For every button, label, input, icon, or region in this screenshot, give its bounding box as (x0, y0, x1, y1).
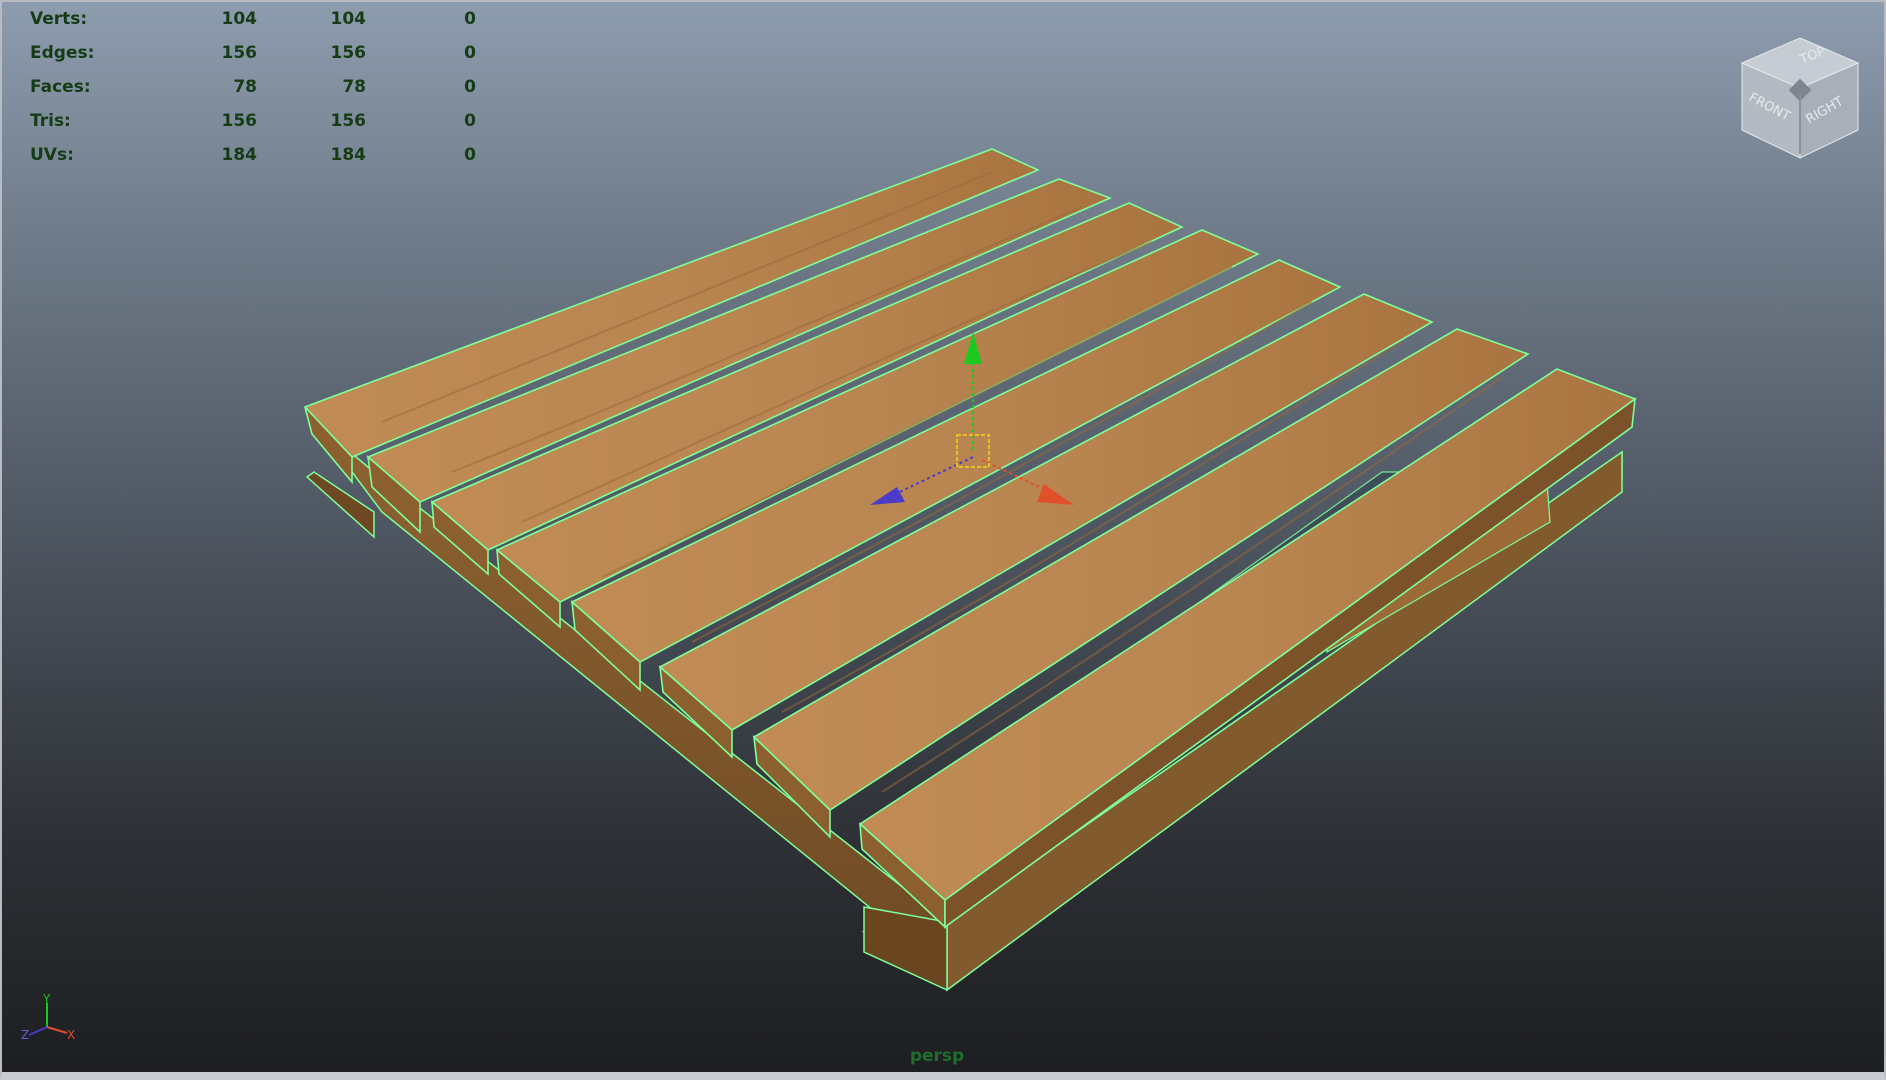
deck-boards (303, 148, 1637, 929)
axis-y-label: Y (42, 992, 51, 1006)
camera-name-label: persp (909, 1046, 965, 1066)
pallet-model[interactable] (303, 148, 1637, 992)
scene-canvas[interactable]: TOP FRONT RIGHT Y X Z (2, 2, 1884, 1072)
axis-z-label: Z (21, 1028, 29, 1042)
view-cube-icon[interactable]: TOP FRONT RIGHT (1740, 37, 1860, 159)
axis-indicator-icon: Y X Z (21, 992, 75, 1042)
axis-x-label: X (67, 1028, 75, 1042)
perspective-viewport[interactable]: Verts: 104 104 0 Edges: 156 156 0 Faces:… (0, 0, 1886, 1080)
